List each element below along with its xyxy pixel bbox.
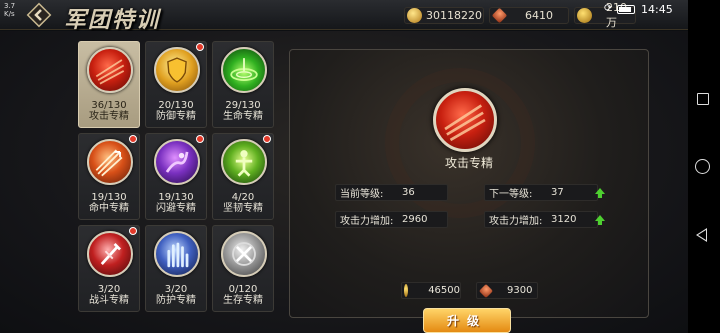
- attack-orb-icon: [87, 47, 133, 93]
- next-bonus: 攻击力增加: 3120: [484, 211, 598, 228]
- up-arrow-icon: [595, 188, 605, 198]
- dodge-orb-icon: [154, 139, 200, 185]
- coin-icon: [404, 284, 409, 297]
- skill-tile-attack[interactable]: 36/130 攻击专精: [78, 41, 140, 128]
- cost-star: 9300: [476, 282, 538, 299]
- current-bonus: 攻击力增加: 2960: [335, 211, 448, 228]
- life-orb-icon: [221, 47, 267, 93]
- top-bar: 3.7 K/s 军团特训 30118220 6410 210万 ⟳ 14:45: [0, 0, 688, 33]
- skill-tile-battle[interactable]: 3/20 战斗专精: [78, 225, 140, 312]
- tough-orb-icon: [221, 139, 267, 185]
- cost-gold: 46500: [401, 282, 461, 299]
- skill-tile-hit[interactable]: 19/130 命中专精: [78, 133, 140, 220]
- star-resource: 6410: [489, 7, 569, 24]
- skill-tile-dodge[interactable]: 19/130 闪避专精: [145, 133, 207, 220]
- notification-badge: [196, 43, 204, 51]
- notification-badge: [196, 135, 204, 143]
- back-arrow-icon: [26, 2, 52, 28]
- notification-badge: [263, 135, 271, 143]
- main-area: 36/130 攻击专精 20/130 防御专精 29/130 生命专精 19/1…: [0, 31, 688, 333]
- sync-icon: ⟳: [604, 3, 613, 14]
- system-nav-bar: [688, 0, 720, 333]
- coin-icon: [577, 8, 592, 23]
- shield-orb-icon: [154, 47, 200, 93]
- back-button[interactable]: [24, 2, 54, 28]
- skill-tile-tough[interactable]: 4/20 坚韧专精: [212, 133, 274, 220]
- next-level: 下一等级: 37: [484, 184, 598, 201]
- notification-badge: [129, 135, 137, 143]
- selected-skill-icon: [433, 88, 497, 152]
- system-back-button[interactable]: [696, 228, 707, 242]
- page-title: 军团特训: [64, 7, 161, 33]
- star-badge-icon: [491, 7, 508, 24]
- gold-ingot-icon: [407, 8, 422, 23]
- skill-tile-life[interactable]: 29/130 生命专精: [212, 41, 274, 128]
- current-level: 当前等级: 36: [335, 184, 448, 201]
- skill-detail-panel: 攻击专精 当前等级: 36 下一等级: 37 攻击力增加: 2960 攻击力增加…: [289, 49, 649, 333]
- battery-icon: [617, 5, 635, 14]
- upgrade-button[interactable]: 升级: [423, 308, 511, 333]
- guard-orb-icon: [154, 231, 200, 277]
- survive-orb-icon: [221, 231, 267, 277]
- skill-tile-survive[interactable]: 0/120 生存专精: [212, 225, 274, 312]
- recents-button[interactable]: [697, 93, 709, 105]
- selected-skill-name: 攻击专精: [444, 156, 493, 170]
- skill-tile-defense[interactable]: 20/130 防御专精: [145, 41, 207, 128]
- home-button[interactable]: [695, 159, 710, 174]
- up-arrow-icon: [595, 215, 605, 225]
- skill-tile-guard[interactable]: 3/20 防护专精: [145, 225, 207, 312]
- network-speed: 3.7 K/s: [4, 2, 16, 18]
- notification-badge: [129, 227, 137, 235]
- clock: 14:45: [641, 3, 673, 16]
- star-badge-icon: [478, 283, 494, 298]
- battle-orb-icon: [87, 231, 133, 277]
- gold-resource: 30118220: [404, 7, 484, 24]
- arrows-orb-icon: [87, 139, 133, 185]
